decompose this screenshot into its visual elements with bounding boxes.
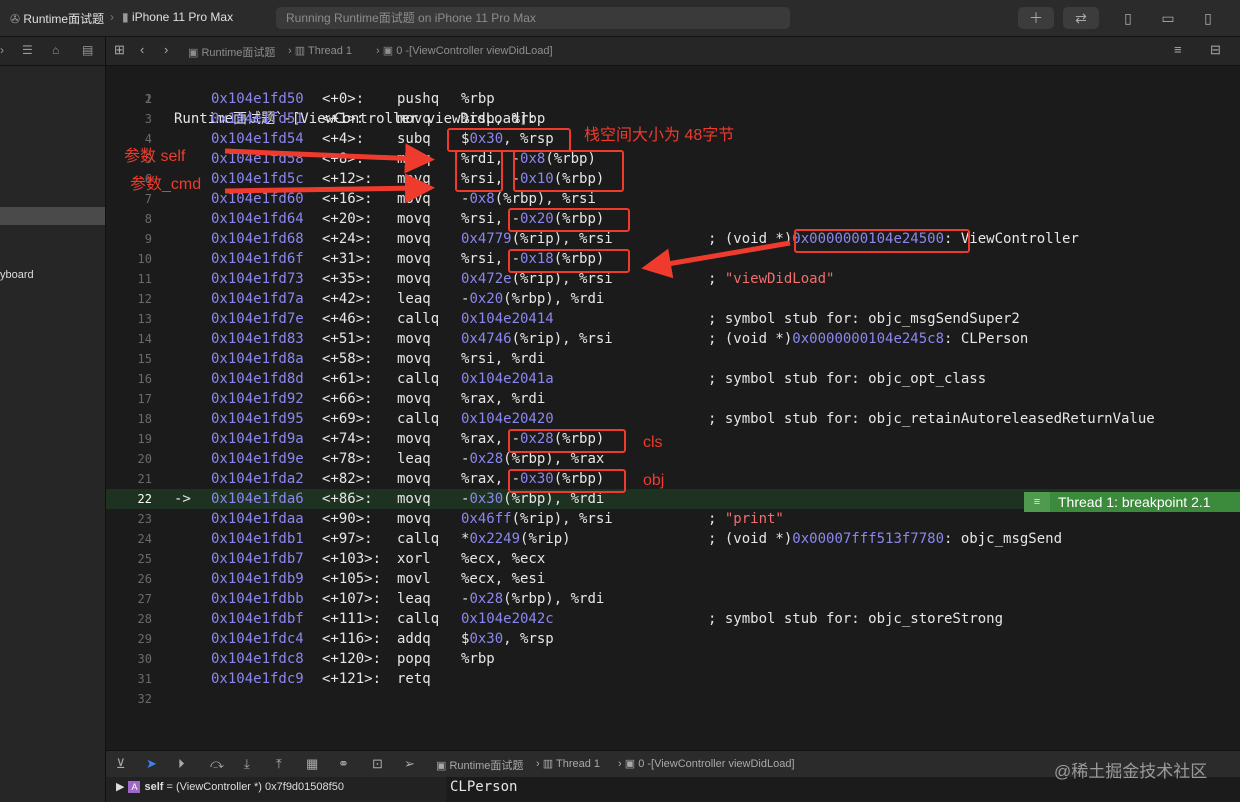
arrow-cmd (224, 173, 435, 204)
project-icon: ▣ (436, 760, 450, 772)
chevron-right-icon: › (536, 758, 543, 770)
thread-icon: ▥ (542, 758, 556, 770)
console-output: CLPerson (450, 779, 518, 795)
arrow-class-to-slot (641, 240, 791, 279)
memory-graph-icon[interactable]: ⚭ (338, 756, 349, 772)
annotation-stack-size: 栈空间大小为 48字节 (584, 127, 735, 144)
annotation-param-self: 参数 self (124, 148, 186, 165)
frame-icon: ▣ (624, 758, 639, 770)
variables-view: ▶ Aself = (ViewController *) 0x7f9d01508f… (106, 777, 446, 802)
variable-type-icon: A (128, 781, 141, 793)
debugbar-frame[interactable]: › ▣ 0 -[ViewController viewDidLoad] (618, 757, 795, 770)
location-icon[interactable]: ➢ (404, 756, 415, 772)
arrow-self (224, 143, 435, 174)
step-out-icon[interactable]: ⤒ (276, 756, 282, 772)
chevron-right-icon: › (618, 758, 625, 770)
annotation-cls: cls (643, 434, 663, 451)
step-into-icon[interactable]: ⤓ (244, 756, 250, 772)
view-hierarchy-icon[interactable]: ▦ (306, 756, 318, 772)
variable-row-self[interactable]: ▶ Aself = (ViewController *) 0x7f9d01508f… (116, 780, 344, 793)
annotation-param-cmd: 参数_cmd (130, 176, 202, 193)
debugbar-project[interactable]: ▣ Runtime面试题 (436, 757, 523, 773)
step-over-icon[interactable]: ⤼ (210, 756, 224, 772)
debugbar-thread[interactable]: › ▥ Thread 1 (536, 757, 600, 770)
annotation-obj: obj (643, 472, 665, 489)
watermark: @稀土掘金技术社区 (1054, 762, 1208, 781)
continue-icon[interactable]: ⏵ (178, 756, 185, 772)
environment-icon[interactable]: ⊡ (372, 756, 383, 772)
hide-debug-area-icon[interactable]: ⊻ (116, 756, 126, 772)
disclosure-triangle-icon[interactable]: ▶ (116, 781, 124, 793)
breakpoints-toggle-icon[interactable]: ➤ (146, 756, 157, 772)
